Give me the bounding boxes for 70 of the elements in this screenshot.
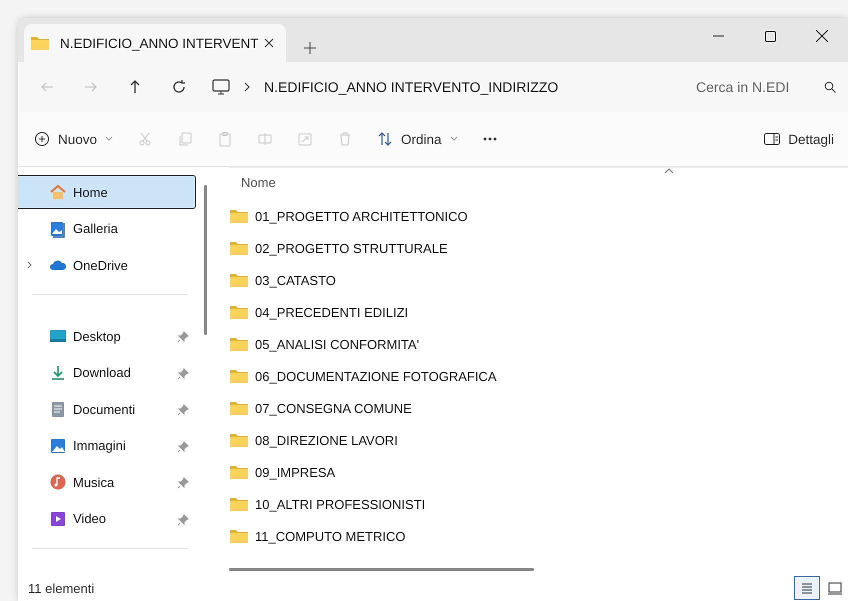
folder-name[interactable]: 01_PROGETTO ARCHITETTONICO bbox=[255, 208, 468, 224]
video-icon bbox=[49, 510, 67, 528]
sidebar-item[interactable]: Video bbox=[18, 502, 196, 536]
folder-name[interactable]: 07_CONSEGNA COMUNE bbox=[255, 400, 412, 416]
sidebar-item[interactable]: Download bbox=[18, 356, 196, 390]
maximize-icon bbox=[764, 30, 776, 42]
sort-button[interactable]: Ordina bbox=[369, 122, 466, 156]
picture-icon bbox=[49, 436, 67, 454]
folder-name[interactable]: 05_ANALISI CONFORMITA' bbox=[255, 336, 420, 352]
folder-name[interactable]: 11_COMPUTO METRICO bbox=[255, 528, 406, 544]
folder-icon bbox=[229, 496, 249, 512]
folder-icon bbox=[229, 272, 249, 288]
pin-icon[interactable] bbox=[177, 368, 189, 380]
download-icon bbox=[49, 364, 67, 382]
music-icon bbox=[49, 473, 67, 491]
pin-icon[interactable] bbox=[177, 477, 189, 489]
sidebar-item[interactable]: Immagini bbox=[18, 428, 196, 462]
plus-circle-icon bbox=[34, 131, 50, 147]
folder-icon bbox=[229, 528, 249, 544]
folder-icon bbox=[229, 432, 249, 448]
pin-icon[interactable] bbox=[177, 514, 189, 526]
house-icon bbox=[49, 183, 67, 201]
details-button[interactable]: Dettagli bbox=[756, 122, 842, 156]
folder-name[interactable]: 09_IMPRESA bbox=[255, 464, 336, 480]
folder-name[interactable]: 02_PROGETTO STRUTTURALE bbox=[255, 240, 448, 256]
new-tab-icon[interactable] bbox=[304, 42, 316, 54]
sidebar-item[interactable]: OneDrive bbox=[18, 248, 196, 282]
folder-icon bbox=[229, 208, 249, 224]
folder-name[interactable]: 08_DIREZIONE LAVORI bbox=[255, 432, 398, 448]
folder-icon bbox=[229, 304, 249, 320]
breadcrumb[interactable]: N.EDIFICIO_ANNO INTERVENTO_INDIRIZZO bbox=[264, 79, 558, 95]
folder-icon bbox=[229, 240, 249, 256]
pin-icon[interactable] bbox=[177, 440, 189, 452]
folder-icon bbox=[30, 35, 50, 51]
sidebar-item[interactable]: Musica bbox=[18, 465, 196, 499]
list-view-icon[interactable] bbox=[794, 576, 820, 600]
new-button[interactable]: Nuovo bbox=[26, 122, 122, 156]
scrollbar[interactable] bbox=[229, 568, 534, 571]
pin-icon[interactable] bbox=[177, 331, 189, 343]
folder-icon bbox=[229, 400, 249, 416]
sort-caret-icon bbox=[664, 168, 674, 174]
folder-icon bbox=[229, 464, 249, 480]
sidebar-item[interactable]: Documenti bbox=[18, 392, 196, 426]
chevron-right-icon[interactable] bbox=[244, 82, 250, 92]
sidebar-item[interactable]: Desktop bbox=[18, 319, 196, 353]
folder-name[interactable]: 04_PRECEDENTI EDILIZI bbox=[255, 304, 408, 320]
folder-icon bbox=[229, 336, 249, 352]
computer-icon bbox=[212, 79, 230, 95]
chevron-down-icon bbox=[450, 136, 458, 142]
folder-name[interactable]: 10_ALTRI PROFESSIONISTI bbox=[255, 496, 426, 512]
minimize-icon bbox=[712, 35, 724, 37]
details-pane-icon bbox=[764, 132, 780, 146]
sidebar-item[interactable]: Galleria bbox=[18, 212, 196, 246]
desktop-icon bbox=[49, 327, 67, 345]
gallery-icon bbox=[49, 220, 67, 238]
folder-icon bbox=[229, 368, 249, 384]
tab[interactable]: N.EDIFICIO_ANNO INTERVENT bbox=[24, 24, 286, 62]
search-icon bbox=[824, 81, 836, 93]
item-count: 11 elementi bbox=[28, 580, 94, 596]
folder-name[interactable]: 03_CATASTO bbox=[255, 272, 336, 288]
close-icon bbox=[816, 30, 828, 42]
folder-name[interactable]: 06_DOCUMENTAZIONE FOTOGRAFICA bbox=[255, 368, 496, 384]
sidebar-item[interactable]: Home bbox=[18, 175, 196, 209]
column-header[interactable]: Nome bbox=[241, 174, 276, 190]
document-icon bbox=[49, 400, 67, 418]
search-field[interactable]: Cerca in N.EDI bbox=[688, 71, 848, 103]
sort-arrows-icon bbox=[377, 131, 394, 147]
scrollbar[interactable] bbox=[204, 185, 207, 335]
chevron-down-icon bbox=[105, 136, 114, 142]
pin-icon[interactable] bbox=[177, 404, 189, 416]
